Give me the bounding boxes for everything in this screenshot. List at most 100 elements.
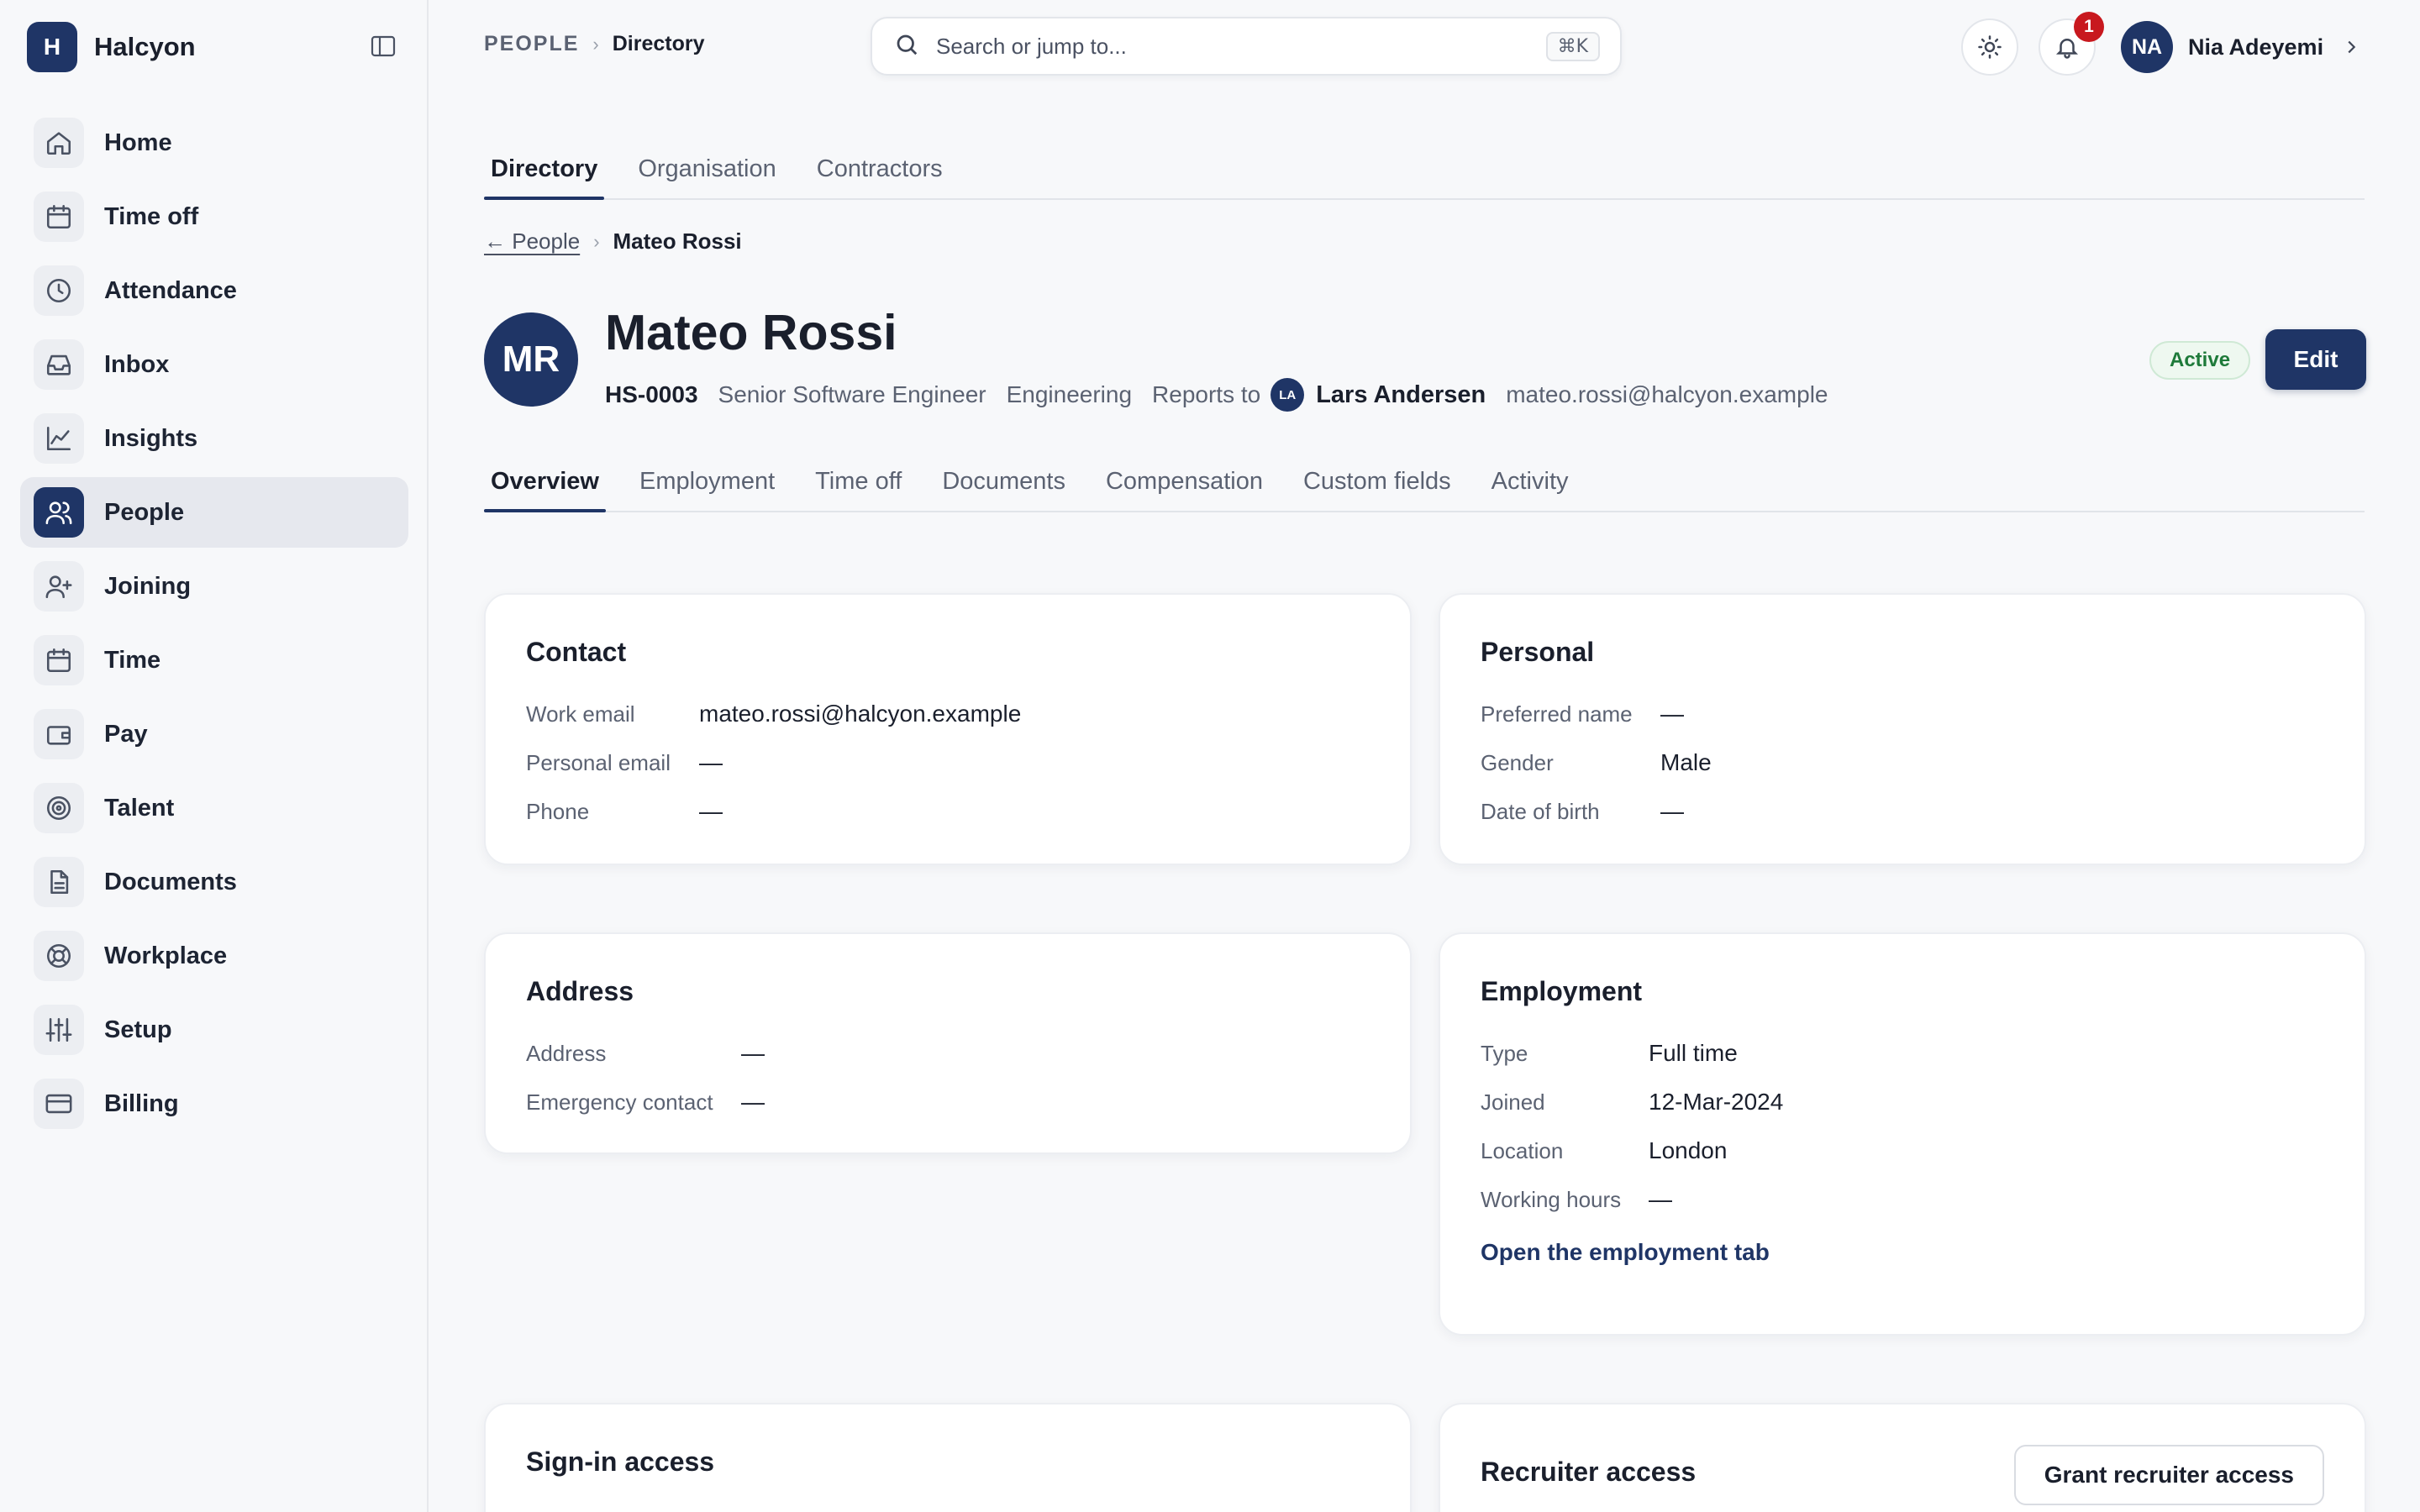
profile-avatar: MR xyxy=(484,312,578,407)
calendar-icon xyxy=(34,635,84,685)
tab-activity[interactable]: Activity xyxy=(1485,452,1576,511)
field-label: Address xyxy=(526,1040,607,1066)
sidebar-item-label: Attendance xyxy=(104,276,237,304)
field-label: Joined xyxy=(1481,1089,1545,1115)
employment-card: Employment Type Full time Joined 12-Mar-… xyxy=(1439,932,2366,1336)
contact-row: Phone — xyxy=(526,787,1370,836)
employment-row: Type Full time xyxy=(1481,1029,2324,1078)
contact-row: Personal email — xyxy=(526,738,1370,787)
status-badge: Active xyxy=(2149,341,2251,380)
target-icon xyxy=(34,783,84,833)
tab-overview[interactable]: Overview xyxy=(484,452,606,512)
chart-icon xyxy=(34,413,84,464)
field-label: Personal email xyxy=(526,749,671,775)
theme-toggle-button[interactable] xyxy=(1961,18,2018,76)
tab-custom-fields[interactable]: Custom fields xyxy=(1297,452,1458,511)
field-value: — xyxy=(1660,798,1684,824)
personal-row: Gender Male xyxy=(1481,738,2324,787)
contact-card: Contact Work email mateo.rossi@halcyon.e… xyxy=(484,593,1412,865)
brand-logo: H xyxy=(27,22,77,72)
field-value: — xyxy=(1649,1186,1672,1212)
calendar-icon xyxy=(34,192,84,242)
user-name: Nia Adeyemi xyxy=(2188,34,2324,60)
sidebar-item-inbox[interactable]: Inbox xyxy=(20,329,408,400)
sidebar-item-pay[interactable]: Pay xyxy=(20,699,408,769)
tab-employment[interactable]: Employment xyxy=(633,452,781,511)
manager-avatar: LA xyxy=(1270,378,1305,412)
personal-row: Date of birth — xyxy=(1481,787,2324,836)
back-to-people-link[interactable]: ← People xyxy=(484,228,580,255)
sidebar-item-setup[interactable]: Setup xyxy=(20,995,408,1065)
field-value: — xyxy=(699,798,723,824)
sidebar: H Halcyon Home Time off Attendance Inbox… xyxy=(0,0,429,1512)
people-icon xyxy=(34,487,84,538)
sidebar-item-insights[interactable]: Insights xyxy=(20,403,408,474)
manager-name[interactable]: Lars Andersen xyxy=(1316,381,1486,409)
field-value[interactable]: mateo.rossi@halcyon.example xyxy=(699,701,1021,727)
field-value: — xyxy=(741,1040,765,1066)
credit-card-icon xyxy=(34,1079,84,1129)
sidebar-item-label: Home xyxy=(104,129,172,156)
tab-contractors[interactable]: Contractors xyxy=(810,139,950,198)
sidebar-item-talent[interactable]: Talent xyxy=(20,773,408,843)
field-label: Location xyxy=(1481,1137,1564,1163)
tab-documents[interactable]: Documents xyxy=(935,452,1072,511)
field-label: Preferred name xyxy=(1481,701,1633,727)
brand[interactable]: H Halcyon xyxy=(27,22,196,72)
field-label: Working hours xyxy=(1481,1186,1622,1212)
search-input[interactable]: Search or jump to... ⌘K xyxy=(871,17,1622,76)
card-title: Contact xyxy=(526,637,627,667)
edit-button[interactable]: Edit xyxy=(2265,329,2366,390)
tab-time-off[interactable]: Time off xyxy=(808,452,908,511)
employment-row: Working hours — xyxy=(1481,1175,2324,1224)
sidebar-item-label: Documents xyxy=(104,868,237,895)
sidebar-item-joining[interactable]: Joining xyxy=(20,551,408,622)
notifications-button[interactable]: 1 xyxy=(2039,12,2104,76)
card-title: Employment xyxy=(1481,976,1643,1006)
tab-compensation[interactable]: Compensation xyxy=(1099,452,1270,511)
tab-directory[interactable]: Directory xyxy=(484,139,605,200)
field-label: Work email xyxy=(526,701,635,727)
sidebar-item-time-off[interactable]: Time off xyxy=(20,181,408,252)
search-placeholder: Search or jump to... xyxy=(936,33,1127,59)
document-icon xyxy=(34,857,84,907)
sliders-icon xyxy=(34,1005,84,1055)
sidebar-item-label: Billing xyxy=(104,1089,179,1117)
field-label: Phone xyxy=(526,798,590,824)
clock-icon xyxy=(34,265,84,316)
sidebar-item-label: Talent xyxy=(104,794,175,822)
chevron-right-icon: › xyxy=(593,230,600,252)
wallet-icon xyxy=(34,709,84,759)
field-label: Type xyxy=(1481,1040,1528,1066)
sidebar-item-home[interactable]: Home xyxy=(20,108,408,178)
recruiter-access-card: Recruiter access Grant recruiter access xyxy=(1439,1403,2366,1512)
chevron-right-icon xyxy=(2342,38,2360,56)
profile-email[interactable]: mateo.rossi@halcyon.example xyxy=(1506,381,1828,408)
breadcrumb-page: Directory xyxy=(612,32,705,55)
sun-icon xyxy=(1978,35,2002,59)
profile-meta: HS-0003 Senior Software Engineer Enginee… xyxy=(605,376,1828,413)
tab-organisation[interactable]: Organisation xyxy=(631,139,782,198)
open-employment-tab-link[interactable]: Open the employment tab xyxy=(1481,1239,1770,1266)
sidebar-item-workplace[interactable]: Workplace xyxy=(20,921,408,991)
grant-recruiter-access-button[interactable]: Grant recruiter access xyxy=(2013,1445,2324,1505)
address-card: Address Address — Emergency contact — xyxy=(484,932,1412,1154)
job-title: Senior Software Engineer xyxy=(718,381,986,407)
sidebar-item-billing[interactable]: Billing xyxy=(20,1068,408,1139)
sidebar-item-documents[interactable]: Documents xyxy=(20,847,408,917)
field-value: 12-Mar-2024 xyxy=(1649,1089,1784,1115)
sidebar-item-label: Workplace xyxy=(104,942,228,969)
signin-access-card: Sign-in access xyxy=(484,1403,1412,1512)
chevron-right-icon: › xyxy=(592,33,599,55)
field-value: — xyxy=(699,749,723,775)
sidebar-item-time[interactable]: Time xyxy=(20,625,408,696)
contact-row: Work email mateo.rossi@halcyon.example xyxy=(526,690,1370,738)
sidebar-item-people[interactable]: People xyxy=(20,477,408,548)
field-value: — xyxy=(1660,701,1684,727)
employee-id: HS-0003 xyxy=(605,381,698,407)
field-value: London xyxy=(1649,1137,1728,1163)
sidebar-item-attendance[interactable]: Attendance xyxy=(20,255,408,326)
breadcrumb-section[interactable]: PEOPLE xyxy=(484,32,579,56)
sidebar-collapse-button[interactable] xyxy=(366,32,400,60)
user-menu[interactable]: NA Nia Adeyemi xyxy=(2121,20,2360,74)
